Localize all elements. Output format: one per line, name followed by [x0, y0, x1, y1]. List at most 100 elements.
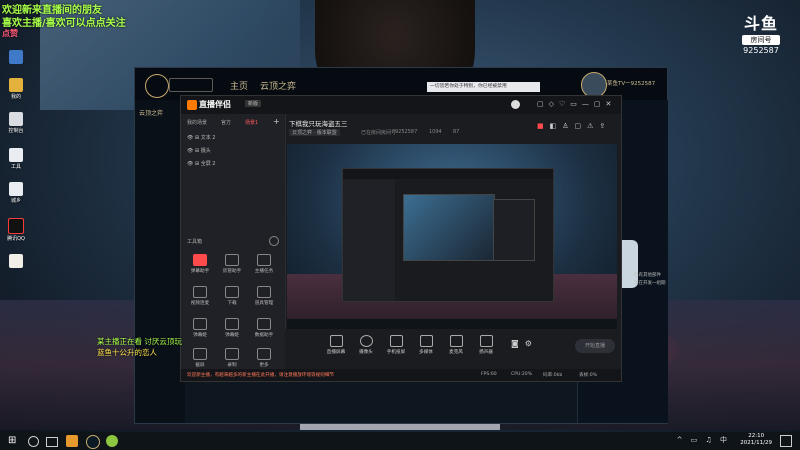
lol-tab-tft[interactable]: 云顶之弈 — [260, 79, 296, 92]
system-tray[interactable]: ^ ▭ ♫ 中 — [677, 435, 730, 445]
zb-title-bar: 直播伴侣 新版 ▢◇♡▭—▢✕ — [181, 96, 621, 114]
lol-logo-icon[interactable] — [145, 74, 169, 98]
start-live-button[interactable]: 开始直播 — [575, 339, 615, 353]
desktop-icon-3[interactable]: 控制台 — [4, 112, 28, 134]
live-assistant-taskbar-icon[interactable] — [66, 435, 78, 447]
lol-search-input[interactable] — [169, 78, 213, 92]
zb-scene-tab-mine[interactable]: 我的场景 — [187, 119, 207, 126]
zb-layer-item[interactable]: 👁 ⊞ 全屏 2 — [187, 160, 216, 167]
lol-right-text-2: 正在开发一组期 — [634, 281, 666, 286]
document-icon — [9, 182, 23, 196]
notification-icon[interactable] — [780, 435, 792, 447]
desktop-icon-5[interactable]: 城乡 — [4, 182, 28, 204]
tool-download[interactable]: 下载 — [219, 286, 245, 306]
add-scene-icon[interactable]: + — [273, 117, 280, 126]
overlay-like: 点赞 — [2, 29, 18, 38]
tool-more[interactable]: 更多 — [251, 348, 277, 368]
room-label: 房间号 — [742, 35, 780, 45]
zb-bottom-bar: 直播屏幕 摄像头 手机投屏 多媒体 麦克风 扬声器 ◙⚙ 开始直播 — [285, 329, 621, 369]
desktop-icon-1[interactable] — [4, 50, 28, 65]
desktop-icon-2[interactable]: 我的 — [4, 78, 28, 100]
clock-date: 2021/11/29 — [740, 440, 772, 446]
zb-top-actions[interactable]: ■◧♙▢⚠⇪ — [537, 122, 611, 130]
douyu-logo: 斗鱼 — [743, 14, 778, 33]
media-icon — [419, 335, 433, 347]
zb-scene-tab-official[interactable]: 官方 — [221, 119, 231, 126]
zb-avatar[interactable] — [511, 100, 520, 109]
search-icon[interactable] — [28, 436, 39, 447]
task-icon — [257, 254, 271, 266]
download-icon — [225, 286, 239, 298]
zb-scene-tab-1[interactable]: 场景1 — [245, 119, 258, 126]
more-icon — [257, 348, 271, 360]
tools-more-icon[interactable] — [269, 236, 279, 246]
zb-viewers: 1094 — [429, 129, 442, 135]
speaker-icon — [479, 335, 493, 347]
btn-mic[interactable]: 麦克风 — [441, 335, 471, 355]
windows-start-icon[interactable]: ⊞ — [8, 435, 20, 447]
tool-danmu-ji-1[interactable]: 弹幕姬 — [187, 318, 213, 338]
screenshot-icon — [193, 348, 207, 360]
tool-record[interactable]: 录制 — [219, 348, 245, 368]
douyu-room-badge: 斗鱼 房间号 9252587 — [736, 10, 786, 55]
tool-screenshot[interactable]: 截屏 — [187, 348, 213, 368]
chat-message: 蓝鱼十公升的恋人 — [97, 348, 157, 357]
zb-left-panel: 我的场景 官方 场景1 + 👁 ⊞ 文本 2 👁 ⊞ 摄头 👁 ⊞ 全屏 2 工… — [181, 114, 286, 369]
desktop-icon-qq[interactable]: 腾讯QQ — [4, 218, 28, 242]
chart-icon — [257, 318, 271, 330]
clock-time: 22:10 — [748, 433, 765, 439]
preview-taskbar — [287, 319, 617, 329]
lol-taskbar-icon[interactable] — [86, 435, 100, 449]
live-assistant-window: 直播伴侣 新版 ▢◇♡▭—▢✕ 下棋我只玩海盗五三 云顶之弈 · 版本联盟 已在… — [180, 95, 622, 382]
zb-room-id: 9252587 — [395, 129, 418, 135]
status-message: 欢迎新主播，有越来越多的新主播在此开播，请注意播放环境等规则细节 — [187, 373, 335, 378]
lol-tab-home[interactable]: 主页 — [230, 79, 248, 92]
nested-preview-inner — [403, 194, 495, 261]
lol-user-name: 某鱼TV一9252587 — [607, 81, 656, 87]
tool-video-link[interactable]: 视频连麦 — [187, 286, 213, 306]
status-drop: 丢帧:0% — [579, 373, 598, 378]
zb-layer-item[interactable]: 👁 ⊞ 摄头 — [187, 147, 211, 154]
browser-taskbar-icon[interactable] — [106, 435, 118, 447]
desktop-icon-7[interactable] — [4, 254, 28, 269]
zb-extra-controls[interactable]: ◙⚙ — [511, 339, 538, 348]
zb-layer-item[interactable]: 👁 ⊞ 文本 2 — [187, 134, 216, 141]
tool-data[interactable]: 数据助手 — [251, 318, 277, 338]
lol-side-panel: 云顶之弈 — [135, 100, 185, 423]
qq-icon — [8, 218, 24, 234]
control-panel-icon — [9, 112, 23, 126]
room-number: 9252587 — [743, 46, 779, 55]
chat-icon — [225, 318, 239, 330]
tool-danmu-assist[interactable]: 弹幕助手 — [187, 254, 213, 274]
zb-likes: 87 — [453, 129, 460, 135]
document-icon — [9, 148, 23, 162]
tool-danmu-ji-2[interactable]: 弹幕姬 — [219, 318, 245, 338]
zb-window-controls[interactable]: ▢◇♡▭—▢✕ — [537, 100, 616, 108]
tool-anchor-task[interactable]: 主播任务 — [251, 254, 277, 274]
btn-speaker[interactable]: 扬声器 — [471, 335, 501, 355]
btn-live-screen[interactable]: 直播屏幕 — [321, 335, 351, 355]
tool-room-manager[interactable]: 房管助手 — [219, 254, 245, 274]
task-view-icon[interactable] — [46, 437, 58, 447]
zb-room-label: 已在房间房间号 — [361, 130, 397, 136]
overlay-follow: 喜欢主播/喜欢可以点点关注 — [2, 18, 126, 29]
danmu-icon — [193, 254, 207, 266]
lol-side-label: 云顶之弈 — [139, 110, 164, 117]
zb-stream-preview[interactable] — [287, 144, 617, 329]
video-link-icon — [193, 286, 207, 298]
gift-icon — [257, 286, 271, 298]
btn-camera[interactable]: 摄像头 — [351, 335, 381, 355]
desktop-icon-4[interactable]: 工具 — [4, 148, 28, 170]
record-icon — [225, 348, 239, 360]
zb-logo: 直播伴侣 — [187, 99, 231, 110]
zb-stream-title[interactable]: 下棋我只玩海盗五三 — [289, 118, 348, 128]
tool-props[interactable]: 道具管理 — [251, 286, 277, 306]
btn-phone-cast[interactable]: 手机投屏 — [381, 335, 411, 355]
zb-category[interactable]: 云顶之弈 · 版本联盟 — [289, 129, 340, 136]
user-icon — [225, 254, 239, 266]
taskbar-clock[interactable]: 22:10 2021/11/29 — [740, 433, 772, 447]
microphone-icon — [449, 335, 463, 347]
status-cpu: CPU:20% — [511, 372, 533, 377]
btn-media[interactable]: 多媒体 — [411, 335, 441, 355]
chat-message: 某主播正在看 讨厌云顶玩 — [97, 337, 182, 346]
